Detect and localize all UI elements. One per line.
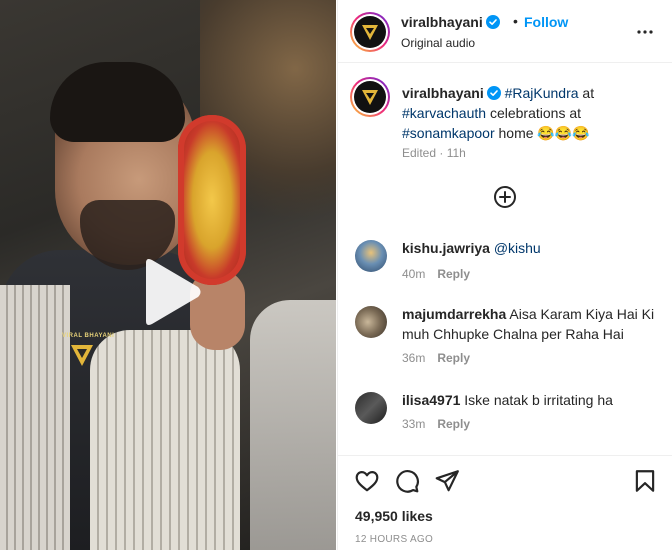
caption-text: viralbhayani #RajKundra at #karvachauth … xyxy=(402,83,652,143)
add-circle-icon xyxy=(494,186,516,208)
caption-username[interactable]: viralbhayani xyxy=(402,85,484,101)
video-watermark: VIRAL BHAYANI xyxy=(62,333,115,368)
more-icon xyxy=(637,30,653,34)
brand-logo-icon xyxy=(362,25,378,40)
separator-dot: • xyxy=(513,13,518,29)
brand-logo-icon xyxy=(362,90,378,105)
play-button[interactable] xyxy=(140,257,204,327)
play-icon xyxy=(146,259,201,325)
comment-body: Iske natak b irritating ha xyxy=(464,392,613,408)
watermark-text: VIRAL BHAYANI xyxy=(62,333,115,339)
commenter-username[interactable]: kishu.jawriya xyxy=(402,240,490,256)
reply-button[interactable]: Reply xyxy=(437,351,470,365)
video-figure-hair xyxy=(50,62,185,142)
caption-edited-time: Edited · 11h xyxy=(402,146,466,160)
bookmark-icon xyxy=(635,470,655,492)
follow-button[interactable]: Follow xyxy=(524,14,568,30)
commenter-username[interactable]: majumdarrekha xyxy=(402,306,506,322)
save-button[interactable] xyxy=(632,468,658,494)
reply-button[interactable]: Reply xyxy=(437,417,470,431)
post-video[interactable]: VIRAL BHAYANI xyxy=(0,0,336,550)
heart-icon xyxy=(355,471,379,492)
commenter-avatar[interactable] xyxy=(355,240,387,272)
post-side-panel: viralbhayani • Follow Original audio vir… xyxy=(337,0,672,550)
like-button[interactable] xyxy=(354,468,380,494)
comment-text: majumdarrekha Aisa Karam Kiya Hai Ki muh… xyxy=(402,304,662,344)
watermark-logo-icon xyxy=(71,345,93,366)
comment-meta: 40m Reply xyxy=(402,267,470,281)
post-header: viralbhayani • Follow Original audio xyxy=(338,0,672,63)
verified-icon xyxy=(486,86,501,100)
reply-button[interactable]: Reply xyxy=(437,267,470,281)
comment-button[interactable] xyxy=(394,468,420,494)
share-button[interactable] xyxy=(434,468,460,494)
comment-time: 40m xyxy=(402,267,426,281)
commenter-avatar[interactable] xyxy=(355,392,387,424)
video-figure-background-person xyxy=(250,300,336,550)
comment-time: 33m xyxy=(402,417,426,431)
caption-text-1: at xyxy=(578,85,595,101)
caption-avatar[interactable] xyxy=(350,77,390,117)
post-actions: 49,950 likes 12 HOURS AGO xyxy=(338,455,672,550)
caption-text-2: celebrations at xyxy=(486,105,582,121)
comment-icon xyxy=(396,470,419,493)
hashtag-karvachauth[interactable]: #karvachauth xyxy=(402,105,486,121)
commenter-username[interactable]: ilisa4971 xyxy=(402,392,460,408)
comment-text: ilisa4971 Iske natak b irritating ha xyxy=(402,390,662,410)
like-count[interactable]: 49,950 likes xyxy=(355,508,433,524)
hashtag-rajkundra[interactable]: #RajKundra xyxy=(505,85,579,101)
verified-icon xyxy=(485,15,500,29)
caption-text-3: home 😂😂😂 xyxy=(494,125,590,141)
post-timestamp[interactable]: 12 HOURS AGO xyxy=(355,534,433,545)
author-avatar[interactable] xyxy=(350,12,390,52)
comment-meta: 33m Reply xyxy=(402,417,470,431)
hashtag-sonamkapoor[interactable]: #sonamkapoor xyxy=(402,125,495,141)
share-icon xyxy=(435,470,459,492)
video-figure-shirt xyxy=(0,285,70,550)
comment-meta: 36m Reply xyxy=(402,351,470,365)
video-figure-sleeve xyxy=(90,330,240,550)
author-username-text[interactable]: viralbhayani xyxy=(401,14,483,30)
more-options-button[interactable] xyxy=(633,20,657,44)
comment-text: kishu.jawriya @kishu xyxy=(402,238,662,258)
commenter-avatar[interactable] xyxy=(355,306,387,338)
comment-body[interactable]: @kishu xyxy=(494,240,541,256)
load-more-comments-button[interactable] xyxy=(493,185,517,209)
comment-time: 36m xyxy=(402,351,426,365)
audio-label[interactable]: Original audio xyxy=(401,36,475,50)
author-username[interactable]: viralbhayani xyxy=(401,14,500,30)
